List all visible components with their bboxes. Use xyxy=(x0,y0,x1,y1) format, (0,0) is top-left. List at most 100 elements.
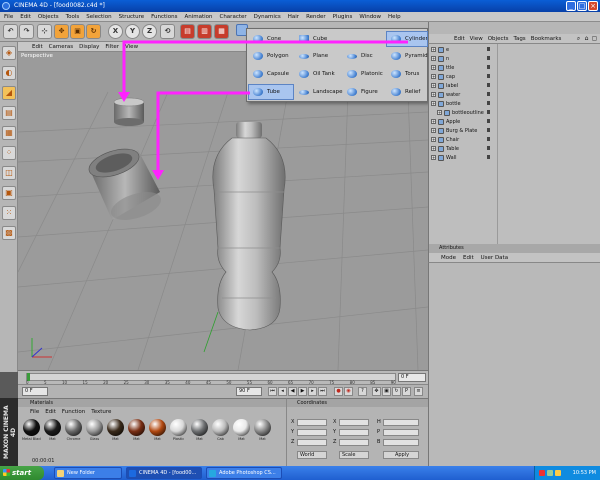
tray-network-icon[interactable] xyxy=(547,470,553,476)
visibility-dots-icon[interactable] xyxy=(487,83,493,89)
material-swatch[interactable]: Glass xyxy=(85,419,104,449)
material-swatch[interactable]: Mat xyxy=(43,419,62,449)
end-frame-field[interactable]: 90 F xyxy=(236,387,262,396)
object-row[interactable]: + water xyxy=(429,91,600,99)
play-backward-icon[interactable]: ◀ xyxy=(288,387,297,396)
record-icon[interactable]: ● xyxy=(334,387,343,396)
expand-icon[interactable]: + xyxy=(431,74,436,79)
materials-menu-texture[interactable]: Texture xyxy=(91,409,111,415)
position-key-icon[interactable]: ✥ xyxy=(372,387,381,396)
object-row[interactable]: + Table xyxy=(429,145,600,153)
expand-icon[interactable]: + xyxy=(431,146,436,151)
expand-icon[interactable]: + xyxy=(431,83,436,88)
object-row[interactable]: + Burg & Plate xyxy=(429,127,600,135)
size-z-field[interactable] xyxy=(339,439,369,446)
om-menu-bookmarks[interactable]: Bookmarks xyxy=(531,36,562,42)
go-to-end-icon[interactable]: ⏭ xyxy=(318,387,327,396)
object-row[interactable]: + n xyxy=(429,55,600,63)
expand-icon[interactable]: + xyxy=(431,101,436,106)
layout-icon[interactable]: ▢ xyxy=(591,35,598,42)
expand-icon[interactable]: + xyxy=(431,119,436,124)
task-photoshop[interactable]: Adobe Photoshop CS... xyxy=(206,467,282,479)
expand-icon[interactable]: + xyxy=(431,47,436,52)
material-swatch[interactable]: Cab xyxy=(211,419,230,449)
materials-menu-edit[interactable]: Edit xyxy=(45,409,56,415)
materials-menu-file[interactable]: File xyxy=(30,409,39,415)
material-swatch[interactable]: Mat xyxy=(127,419,146,449)
om-menu-edit[interactable]: Edit xyxy=(454,36,465,42)
apply-button[interactable]: Apply xyxy=(383,451,419,459)
visibility-dots-icon[interactable] xyxy=(487,119,493,125)
visibility-dots-icon[interactable] xyxy=(487,128,493,134)
material-swatch[interactable]: Chrome xyxy=(64,419,83,449)
visibility-dots-icon[interactable] xyxy=(487,92,493,98)
go-to-start-icon[interactable]: ⏮ xyxy=(268,387,277,396)
rotation-b-field[interactable] xyxy=(383,439,419,446)
scale-key-icon[interactable]: ▣ xyxy=(382,387,391,396)
play-forward-icon[interactable]: ▶ xyxy=(298,387,307,396)
material-swatch[interactable]: Mat xyxy=(232,419,251,449)
expand-icon[interactable]: + xyxy=(431,65,436,70)
tray-volume-icon[interactable] xyxy=(555,470,561,476)
visibility-dots-icon[interactable] xyxy=(487,146,493,152)
size-y-field[interactable] xyxy=(339,429,369,436)
visibility-dots-icon[interactable] xyxy=(487,155,493,161)
rotation-h-field[interactable] xyxy=(383,419,419,426)
autokey-icon[interactable]: ◉ xyxy=(344,387,353,396)
timeline-bar[interactable]: 0 5 10 15 20 25 30 35 40 45 50 55 60 65 70 75 80 85 90 0 F xyxy=(18,370,428,385)
rotation-key-icon[interactable]: ↻ xyxy=(392,387,401,396)
object-row[interactable]: + Wall xyxy=(429,154,600,162)
om-menu-tags[interactable]: Tags xyxy=(514,36,526,42)
visibility-dots-icon[interactable] xyxy=(487,47,493,53)
expand-icon[interactable]: + xyxy=(431,92,436,97)
current-frame-field[interactable]: 0 F xyxy=(398,373,426,382)
visibility-dots-icon[interactable] xyxy=(487,74,493,80)
object-row[interactable]: + bottle xyxy=(429,100,600,108)
prev-key-icon[interactable]: ◂ xyxy=(278,387,287,396)
start-button[interactable]: start xyxy=(0,466,44,480)
search-icon[interactable]: ⌕ xyxy=(575,35,582,42)
position-y-field[interactable] xyxy=(297,429,327,436)
expand-icon[interactable]: + xyxy=(431,137,436,142)
om-menu-objects[interactable]: Objects xyxy=(488,36,509,42)
visibility-dots-icon[interactable] xyxy=(487,65,493,71)
object-row[interactable]: + Chair xyxy=(429,136,600,144)
expand-icon[interactable]: + xyxy=(431,155,436,160)
position-z-field[interactable] xyxy=(297,439,327,446)
position-x-field[interactable] xyxy=(297,419,327,426)
coord-mode-select[interactable]: World xyxy=(297,451,327,459)
visibility-dots-icon[interactable] xyxy=(487,101,493,107)
object-row[interactable]: + cap xyxy=(429,73,600,81)
visibility-dots-icon[interactable] xyxy=(487,137,493,143)
timeline-menu-icon[interactable]: ≡ xyxy=(414,387,423,396)
size-x-field[interactable] xyxy=(339,419,369,426)
object-row[interactable]: + label xyxy=(429,82,600,90)
material-swatch[interactable]: Mat xyxy=(106,419,125,449)
start-frame-field[interactable]: 0 F xyxy=(22,387,48,396)
parameter-key-icon[interactable]: P xyxy=(402,387,411,396)
om-menu-view[interactable]: View xyxy=(470,36,483,42)
material-swatch[interactable]: Mat xyxy=(190,419,209,449)
visibility-dots-icon[interactable] xyxy=(487,110,493,116)
material-swatch[interactable]: Plastic xyxy=(169,419,188,449)
next-key-icon[interactable]: ▸ xyxy=(308,387,317,396)
material-swatch[interactable]: Metal Black xyxy=(22,419,41,449)
coord-scale-select[interactable]: Scale xyxy=(339,451,369,459)
home-icon[interactable]: ⌂ xyxy=(583,35,590,42)
attr-menu-mode[interactable]: Mode xyxy=(441,255,456,261)
object-row[interactable]: + ttle xyxy=(429,64,600,72)
visibility-dots-icon[interactable] xyxy=(487,56,493,62)
material-swatch[interactable]: Mat xyxy=(253,419,272,449)
rotation-p-field[interactable] xyxy=(383,429,419,436)
keyframe-selection-icon[interactable]: ? xyxy=(358,387,367,396)
object-row[interactable]: + Apple xyxy=(429,118,600,126)
attr-menu-user-data[interactable]: User Data xyxy=(481,255,508,261)
tray-antivirus-icon[interactable] xyxy=(539,470,545,476)
materials-menu-function[interactable]: Function xyxy=(62,409,85,415)
expand-icon[interactable]: + xyxy=(431,128,436,133)
expand-icon[interactable]: + xyxy=(431,56,436,61)
object-row[interactable]: + bottleoutline xyxy=(429,109,600,117)
expand-icon[interactable]: + xyxy=(437,110,442,115)
task-new-folder[interactable]: New Folder xyxy=(54,467,122,479)
material-swatch[interactable]: Mat xyxy=(148,419,167,449)
